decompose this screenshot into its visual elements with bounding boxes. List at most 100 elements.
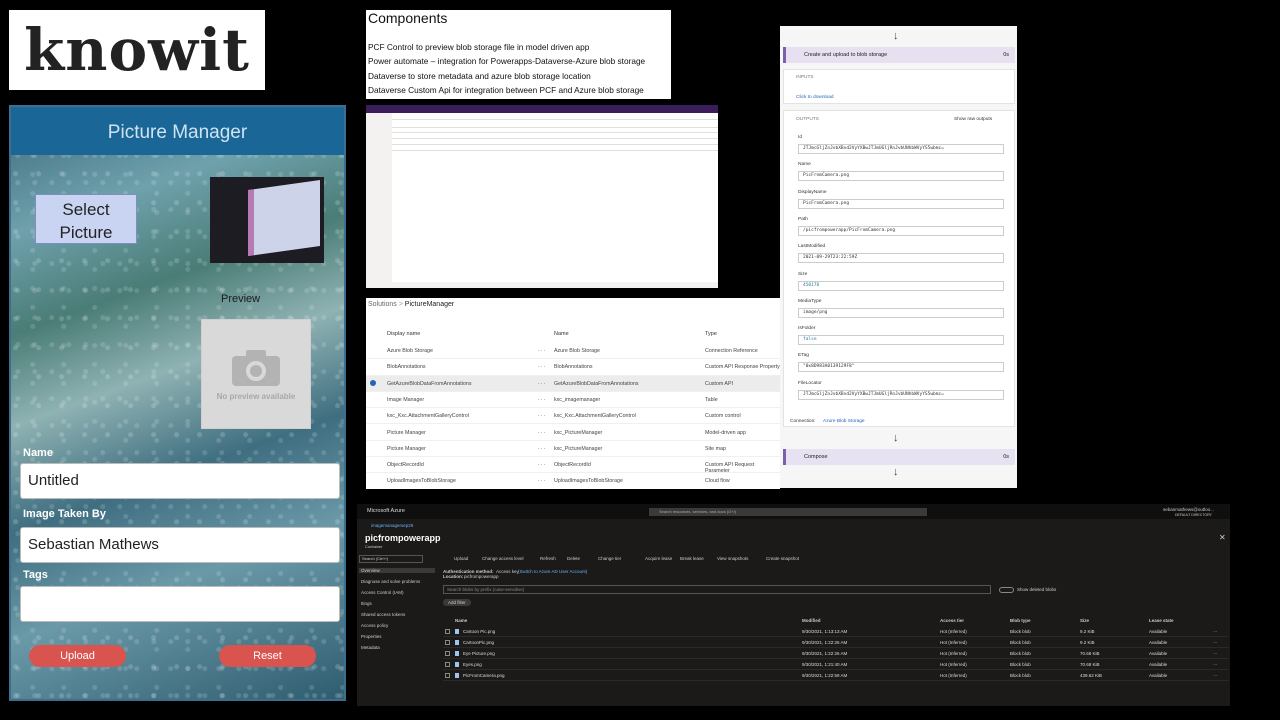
solution-row[interactable]: Image Manager ··· kxc_imagemanager Table xyxy=(366,392,780,409)
click-to-download-link[interactable]: Click to download xyxy=(796,95,834,100)
more-icon[interactable]: ··· xyxy=(538,348,546,354)
toolbar-button-acquire-lease[interactable]: Acquire lease xyxy=(645,556,672,561)
azure-nav-item[interactable]: Access Control (IAM) xyxy=(359,590,435,595)
blob-row[interactable]: Eye Picture.png 9/30/2021, 1:22:26 AM Hot … xyxy=(443,648,1229,659)
azure-nav-item[interactable]: Diagnose and solve problems xyxy=(359,579,435,584)
toolbar-button-upload[interactable]: Upload xyxy=(454,556,468,561)
col-display-name[interactable]: Display name xyxy=(387,331,420,337)
row-more-icon[interactable]: ··· xyxy=(1213,673,1218,678)
col-name[interactable]: Name xyxy=(554,331,569,337)
show-deleted-toggle[interactable] xyxy=(999,587,1014,593)
column-header[interactable]: Access tier xyxy=(940,618,964,623)
blob-type: Block blob xyxy=(1010,651,1031,656)
solution-row[interactable]: UploadImagesToBlobStorage ··· UploadImages… xyxy=(366,473,780,489)
column-header[interactable]: Name xyxy=(455,618,467,623)
toolbar-button-refresh[interactable]: Refresh xyxy=(540,556,556,561)
solution-row[interactable]: Azure Blob Storage ··· Azure Blob Storage C… xyxy=(366,343,780,360)
row-display-name[interactable]: kxc_Kxc.AttachmentGalleryControl xyxy=(387,413,469,419)
more-icon[interactable]: ··· xyxy=(538,364,546,370)
toolbar-button-break-lease[interactable]: Break lease xyxy=(680,556,704,561)
row-display-name[interactable]: Image Manager xyxy=(387,397,424,403)
blob-name[interactable]: Cartoon Pic.png xyxy=(463,629,495,634)
add-filter-button[interactable]: Add filter xyxy=(443,599,471,606)
row-display-name[interactable]: Azure Blob Storage xyxy=(387,348,433,354)
row-checkbox[interactable] xyxy=(445,640,450,645)
select-picture-button[interactable]: Select Picture xyxy=(35,194,137,244)
row-more-icon[interactable]: ··· xyxy=(1213,662,1218,667)
blob-tier: Hot (Inferred) xyxy=(940,662,967,667)
azure-nav-item[interactable]: Properties xyxy=(359,634,435,639)
more-icon[interactable]: ··· xyxy=(538,446,546,452)
solution-row[interactable]: kxc_Kxc.AttachmentGalleryControl ··· kxc_K… xyxy=(366,408,780,425)
left-search-input[interactable]: Search (Ctrl+/) xyxy=(359,555,423,563)
toolbar-button-view-snapshots[interactable]: View snapshots xyxy=(717,556,748,561)
row-checkbox[interactable] xyxy=(445,629,450,634)
blob-row[interactable]: Eyes.png 9/30/2021, 1:21:40 AM Hot (Inferr… xyxy=(443,659,1229,670)
blob-name[interactable]: Eyes.png xyxy=(463,662,482,667)
more-icon[interactable]: ··· xyxy=(538,462,546,468)
row-display-name[interactable]: UploadImagesToBlobStorage xyxy=(387,478,456,484)
more-icon[interactable]: ··· xyxy=(538,381,546,387)
azure-brand[interactable]: Microsoft Azure xyxy=(367,508,405,514)
switch-auth-link[interactable]: (Switch to Azure AD User Account) xyxy=(518,569,587,574)
azure-nav-item[interactable]: Access policy xyxy=(359,623,435,628)
blob-tier: Hot (Inferred) xyxy=(940,640,967,645)
column-header[interactable]: Lease state xyxy=(1149,618,1174,623)
row-display-name[interactable]: Picture Manager xyxy=(387,430,426,436)
flow-step-header[interactable]: Create and upload to blob storage 0s xyxy=(783,47,1015,63)
upload-button[interactable]: Upload xyxy=(29,645,126,667)
toolbar-button-delete[interactable]: Delete xyxy=(567,556,580,561)
blob-row[interactable]: PicFromCamera.png 9/30/2021, 1:22:59 AM Ho… xyxy=(443,670,1229,681)
row-checkbox[interactable] xyxy=(445,662,450,667)
toolbar-button-create-snapshot[interactable]: Create snapshot xyxy=(766,556,799,561)
blob-name[interactable]: Eye Picture.png xyxy=(463,651,495,656)
taken-by-field[interactable]: Sebastian Mathews xyxy=(20,527,340,563)
row-display-name[interactable]: GetAzureBlobDataFromAnnotations xyxy=(387,381,472,387)
close-icon[interactable]: ✕ xyxy=(1219,533,1226,542)
solution-row[interactable]: Picture Manager ··· kxc_PictureManager Site… xyxy=(366,441,780,458)
solution-row[interactable]: ObjectRecordId ··· ObjectRecordId Custom AP… xyxy=(366,457,780,474)
blob-search-input[interactable]: Search blobs by prefix (case-sensitive) xyxy=(443,585,991,594)
more-icon[interactable]: ··· xyxy=(538,413,546,419)
row-more-icon[interactable]: ··· xyxy=(1213,629,1218,634)
blob-name[interactable]: PicFromCamera.png xyxy=(463,673,505,678)
output-field-value: PicFromCamera.png xyxy=(798,171,1004,182)
column-header[interactable]: Blob type xyxy=(1010,618,1031,623)
more-icon[interactable]: ··· xyxy=(538,478,546,484)
row-more-icon[interactable]: ··· xyxy=(1213,651,1218,656)
component-item: Dataverse to store metadata and azure bl… xyxy=(368,70,591,81)
name-field[interactable]: Untitled xyxy=(20,463,340,499)
breadcrumb-root[interactable]: Solutions xyxy=(368,301,397,308)
user-name[interactable]: sebanmathews@outloo... xyxy=(1163,507,1214,512)
column-header[interactable]: Modified xyxy=(802,618,821,623)
solution-row[interactable]: BlobAnnotations ··· BlobAnnotations Custom … xyxy=(366,359,780,376)
toolbar-button-change-access-level[interactable]: Change access level xyxy=(482,556,524,561)
blob-name[interactable]: CartoonPic.png xyxy=(463,640,494,645)
blob-row[interactable]: Cartoon Pic.png 9/30/2021, 1:13:13 AM Hot … xyxy=(443,626,1229,637)
toolbar-button-change-tier[interactable]: Change tier xyxy=(598,556,621,561)
tags-field[interactable] xyxy=(20,586,340,622)
more-icon[interactable]: ··· xyxy=(538,397,546,403)
solution-row[interactable]: Picture Manager ··· kxc_PictureManager Mode… xyxy=(366,425,780,441)
container-title: picfrompowerapp xyxy=(365,533,441,543)
reset-button[interactable]: Reset xyxy=(219,645,316,667)
breadcrumb-link[interactable]: imagemanagersep29 xyxy=(371,523,413,528)
azure-search-input[interactable]: Search resources, services, and docs (G+… xyxy=(649,508,927,516)
row-display-name[interactable]: Picture Manager xyxy=(387,446,426,452)
azure-nav-item[interactable]: Shared access tokens xyxy=(359,612,435,617)
azure-nav-item[interactable]: Overview xyxy=(359,568,435,573)
row-display-name[interactable]: ObjectRecordId xyxy=(387,462,424,468)
show-raw-outputs-link[interactable]: Show raw outputs xyxy=(954,117,992,122)
row-display-name[interactable]: BlobAnnotations xyxy=(387,364,426,370)
row-more-icon[interactable]: ··· xyxy=(1213,640,1218,645)
row-checkbox[interactable] xyxy=(445,651,450,656)
connection-value[interactable]: Azure Blob Storage xyxy=(823,419,865,424)
azure-nav-item[interactable]: Metadata xyxy=(359,645,435,650)
more-icon[interactable]: ··· xyxy=(538,430,546,436)
row-checkbox[interactable] xyxy=(445,673,450,678)
compose-step-header[interactable]: Compose 0s xyxy=(783,449,1015,465)
col-type[interactable]: Type xyxy=(705,331,717,337)
solution-row[interactable]: GetAzureBlobDataFromAnnotations ··· GetAzu… xyxy=(366,375,780,392)
blob-row[interactable]: CartoonPic.png 9/30/2021, 1:22:26 AM Hot (… xyxy=(443,637,1229,648)
column-header[interactable]: Size xyxy=(1080,618,1089,623)
